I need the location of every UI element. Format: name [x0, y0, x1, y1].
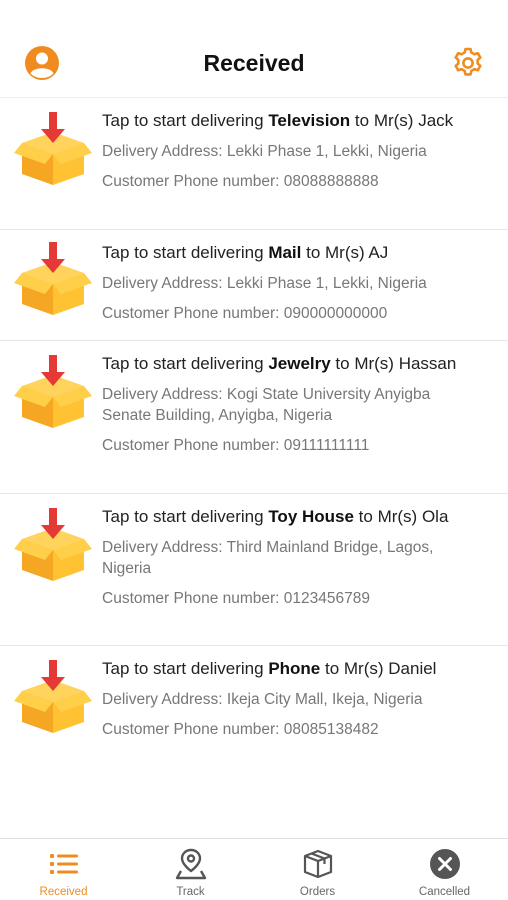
delivery-details: Tap to start delivering Jewelry to Mr(s)…: [102, 353, 480, 456]
customer-phone: Customer Phone number: 08085138482: [102, 721, 379, 738]
delivery-item[interactable]: Tap to start delivering Jewelry to Mr(s)…: [0, 341, 508, 494]
delivery-prompt[interactable]: Tap to start delivering Jewelry to Mr(s)…: [102, 353, 480, 375]
delivery-address: Delivery Address: Third Mainland Bridge,…: [102, 539, 434, 577]
delivery-details: Tap to start delivering Toy House to Mr(…: [102, 506, 480, 609]
package-download-icon: [14, 355, 92, 428]
customer-phone: Customer Phone number: 090000000000: [102, 305, 388, 322]
tab-cancelled[interactable]: Cancelled: [381, 839, 508, 900]
customer-phone: Customer Phone number: 0123456789: [102, 590, 370, 607]
package-icon: [303, 849, 332, 879]
delivery-item[interactable]: Tap to start delivering Television to Mr…: [0, 98, 508, 230]
delivery-address: Delivery Address: Ikeja City Mall, Ikeja…: [102, 691, 423, 708]
delivery-prompt[interactable]: Tap to start delivering Phone to Mr(s) D…: [102, 658, 480, 680]
delivery-item[interactable]: Tap to start delivering Toy House to Mr(…: [0, 494, 508, 646]
bottom-nav: Received Track Orders Cancelled: [0, 838, 508, 900]
customer-phone: Customer Phone number: 09111111111: [102, 437, 370, 454]
package-download-icon: [14, 112, 92, 185]
delivery-details: Tap to start delivering Mail to Mr(s) AJ…: [102, 242, 480, 324]
delivery-details: Tap to start delivering Phone to Mr(s) D…: [102, 658, 480, 740]
tab-label: Received: [39, 886, 88, 898]
delivery-prompt[interactable]: Tap to start delivering Toy House to Mr(…: [102, 506, 480, 528]
delivery-item-name: Mail: [268, 243, 302, 262]
app-header: Received: [0, 0, 508, 98]
tab-label: Orders: [299, 886, 336, 898]
tab-orders[interactable]: Orders: [254, 839, 381, 900]
delivery-item-name: Television: [268, 111, 351, 130]
map-pin-icon: [175, 848, 206, 880]
delivery-address: Delivery Address: Lekki Phase 1, Lekki, …: [102, 275, 427, 292]
package-download-icon: [14, 242, 92, 315]
tab-track[interactable]: Track: [127, 839, 254, 900]
delivery-item-name: Toy House: [268, 507, 354, 526]
delivery-item-name: Phone: [268, 659, 321, 678]
delivery-address: Delivery Address: Lekki Phase 1, Lekki, …: [102, 143, 427, 160]
page-title: Received: [203, 50, 305, 76]
delivery-item[interactable]: Tap to start delivering Phone to Mr(s) D…: [0, 646, 508, 774]
delivery-address: Delivery Address: Kogi State University …: [102, 386, 431, 424]
tab-label: Cancelled: [418, 886, 471, 898]
customer-phone: Customer Phone number: 08088888888: [102, 173, 379, 190]
delivery-prompt[interactable]: Tap to start delivering Television to Mr…: [102, 110, 480, 132]
package-download-icon: [14, 660, 92, 733]
delivery-list: Tap to start delivering Television to Mr…: [0, 98, 508, 774]
tab-label: Track: [176, 886, 205, 898]
list-icon: [49, 854, 78, 874]
cancel-circle-icon: [429, 849, 460, 879]
delivery-item-name: Jewelry: [268, 354, 331, 373]
delivery-item[interactable]: Tap to start delivering Mail to Mr(s) AJ…: [0, 230, 508, 341]
delivery-details: Tap to start delivering Television to Mr…: [102, 110, 480, 192]
delivery-prompt[interactable]: Tap to start delivering Mail to Mr(s) AJ: [102, 242, 480, 264]
package-download-icon: [14, 508, 92, 581]
tab-received[interactable]: Received: [0, 839, 127, 900]
gear-icon[interactable]: [450, 45, 486, 81]
